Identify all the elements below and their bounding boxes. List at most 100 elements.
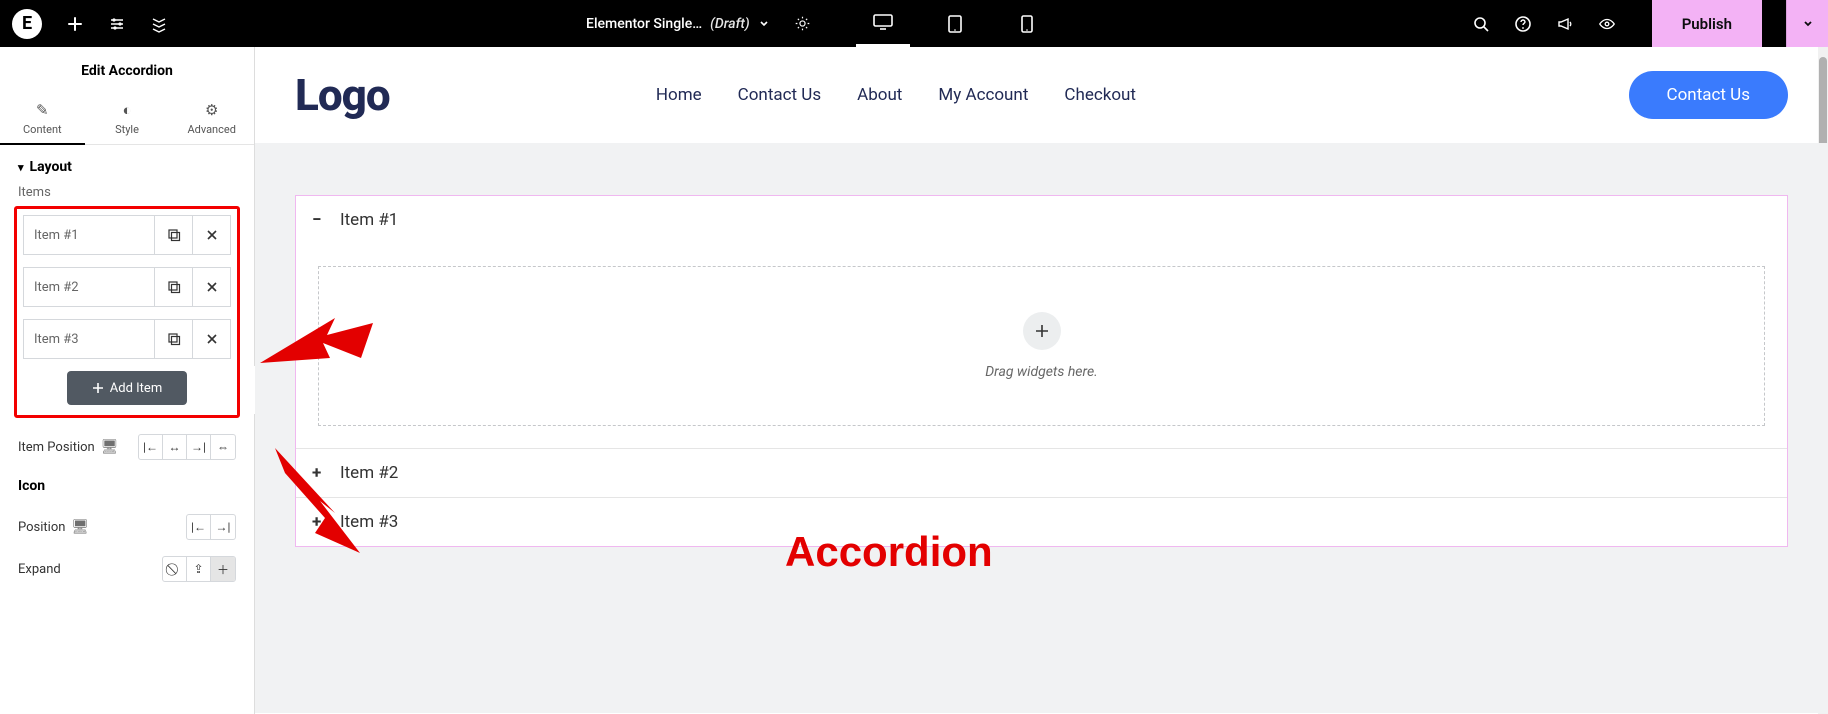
align-center-icon[interactable]: ↔ <box>163 435 187 459</box>
responsive-desktop-icon[interactable]: 🖥 <box>71 519 89 535</box>
expand-label: Expand <box>18 562 61 577</box>
device-mobile-tab[interactable] <box>1000 0 1054 47</box>
duplicate-icon[interactable] <box>154 320 192 358</box>
items-repeater-box: Item #1 Item #2 Item #3 Add Item <box>14 206 240 418</box>
publish-label: Publish <box>1682 15 1732 33</box>
topbar-center: Elementor Single… (Draft) <box>168 0 1472 47</box>
library-plus-icon[interactable]: ＋ <box>211 557 235 581</box>
tab-style[interactable]: ◐Style <box>85 91 170 144</box>
position-left-icon[interactable]: |← <box>187 515 211 539</box>
site-header: Logo Home Contact Us About My Account Ch… <box>255 47 1828 143</box>
repeater-item-title[interactable]: Item #3 <box>24 320 154 358</box>
items-label: Items <box>0 185 254 206</box>
item-position-label: Item Position 🖥 <box>18 439 119 455</box>
device-tabs <box>856 0 1054 47</box>
site-nav: Home Contact Us About My Account Checkou… <box>656 85 1136 105</box>
remove-icon[interactable] <box>192 320 230 358</box>
section-layout-label: Layout <box>30 159 72 175</box>
app-topbar: E Elementor Single… (Draft) Publish <box>0 0 1828 47</box>
page-settings-icon[interactable] <box>794 15 812 33</box>
section-layout-header[interactable]: ▾ Layout <box>0 145 254 185</box>
align-start-icon[interactable]: |← <box>139 435 163 459</box>
none-icon[interactable]: ⃠ <box>163 557 187 581</box>
editor-sidebar: Edit Accordion ✎ Content ◐Style ⚙Advanced… <box>0 47 255 714</box>
control-icon-position: Position 🖥 |← →| <box>0 498 254 540</box>
device-desktop-tab[interactable] <box>856 0 910 47</box>
icon-position-choices: |← →| <box>186 514 236 540</box>
minus-icon: − <box>312 210 328 230</box>
remove-icon[interactable] <box>192 216 230 254</box>
duplicate-icon[interactable] <box>154 268 192 306</box>
widget-drop-zone[interactable]: Drag widgets here. <box>318 266 1765 426</box>
pencil-icon: ✎ <box>0 101 85 119</box>
plus-icon: + <box>312 512 328 532</box>
repeater-item[interactable]: Item #1 <box>23 215 231 255</box>
accordion-item: + Item #2 <box>296 448 1787 497</box>
chevron-down-icon: ▾ <box>18 161 24 174</box>
upload-icon[interactable]: ⇪ <box>187 557 211 581</box>
accordion-item-title: Item #3 <box>340 512 398 532</box>
duplicate-icon[interactable] <box>154 216 192 254</box>
publish-button[interactable]: Publish <box>1652 0 1762 47</box>
position-right-icon[interactable]: →| <box>211 515 235 539</box>
accordion-item-header[interactable]: + Item #3 <box>296 498 1787 546</box>
accordion-item-title: Item #2 <box>340 463 398 483</box>
header-cta-button[interactable]: Contact Us <box>1629 71 1788 119</box>
panel-tabs: ✎ Content ◐Style ⚙Advanced <box>0 91 254 145</box>
device-tablet-tab[interactable] <box>928 0 982 47</box>
add-item-button[interactable]: Add Item <box>67 371 187 405</box>
plus-icon: + <box>312 463 328 483</box>
align-stretch-icon[interactable]: ⇔ <box>211 435 235 459</box>
add-widget-button[interactable] <box>1023 312 1061 350</box>
site-logo[interactable]: Logo <box>295 69 390 121</box>
help-icon[interactable] <box>1514 15 1532 33</box>
nav-link[interactable]: About <box>857 85 902 105</box>
accordion-item-body: Drag widgets here. <box>296 244 1787 448</box>
publish-options-button[interactable] <box>1786 0 1828 47</box>
align-end-icon[interactable]: →| <box>187 435 211 459</box>
nav-link[interactable]: Contact Us <box>738 85 821 105</box>
accordion-item-title: Item #1 <box>340 210 398 230</box>
plus-icon <box>92 382 104 394</box>
repeater-item[interactable]: Item #2 <box>23 267 231 307</box>
item-position-choices: |← ↔ →| ⇔ <box>138 434 236 460</box>
announce-icon[interactable] <box>1556 15 1574 33</box>
remove-icon[interactable] <box>192 268 230 306</box>
nav-link[interactable]: Checkout <box>1064 85 1136 105</box>
gear-icon: ⚙ <box>169 101 254 119</box>
topbar-left: E <box>0 9 168 39</box>
add-icon[interactable] <box>66 15 84 33</box>
repeater-item[interactable]: Item #3 <box>23 319 231 359</box>
accordion-item: − Item #1 Drag widgets here. <box>296 196 1787 448</box>
responsive-desktop-icon[interactable]: 🖥 <box>101 439 119 455</box>
repeater-item-title[interactable]: Item #1 <box>24 216 154 254</box>
preview-eye-icon[interactable] <box>1598 15 1616 33</box>
icon-position-label: Position 🖥 <box>18 519 89 535</box>
nav-link[interactable]: My Account <box>938 85 1028 105</box>
panel-title: Edit Accordion <box>0 47 254 91</box>
document-status: (Draft) <box>710 16 750 32</box>
add-item-label: Add Item <box>110 381 162 396</box>
document-title[interactable]: Elementor Single… (Draft) <box>586 16 770 32</box>
contrast-icon: ◐ <box>85 101 170 119</box>
control-expand-icon: Expand ⃠ ⇪ ＋ <box>0 540 254 582</box>
settings-sliders-icon[interactable] <box>108 15 126 33</box>
accordion-item-header[interactable]: + Item #2 <box>296 449 1787 497</box>
accordion-item-header[interactable]: − Item #1 <box>296 196 1787 244</box>
tab-advanced[interactable]: ⚙Advanced <box>169 91 254 144</box>
chevron-down-icon <box>758 18 770 30</box>
search-icon[interactable] <box>1472 15 1490 33</box>
icon-section-title: Icon <box>0 460 254 498</box>
accordion-item: + Item #3 <box>296 497 1787 546</box>
accordion-widget[interactable]: − Item #1 Drag widgets here. + Item #2 <box>295 195 1788 547</box>
repeater-item-title[interactable]: Item #2 <box>24 268 154 306</box>
elementor-logo-icon[interactable]: E <box>12 9 42 39</box>
canvas-body: − Item #1 Drag widgets here. + Item #2 <box>255 143 1828 713</box>
topbar-right: Publish <box>1472 0 1828 47</box>
structure-icon[interactable] <box>150 15 168 33</box>
expand-icon-choices: ⃠ ⇪ ＋ <box>162 556 236 582</box>
nav-link[interactable]: Home <box>656 85 702 105</box>
document-name: Elementor Single… <box>586 16 702 32</box>
tab-content-label: Content <box>23 123 62 136</box>
tab-content[interactable]: ✎ Content <box>0 91 85 144</box>
